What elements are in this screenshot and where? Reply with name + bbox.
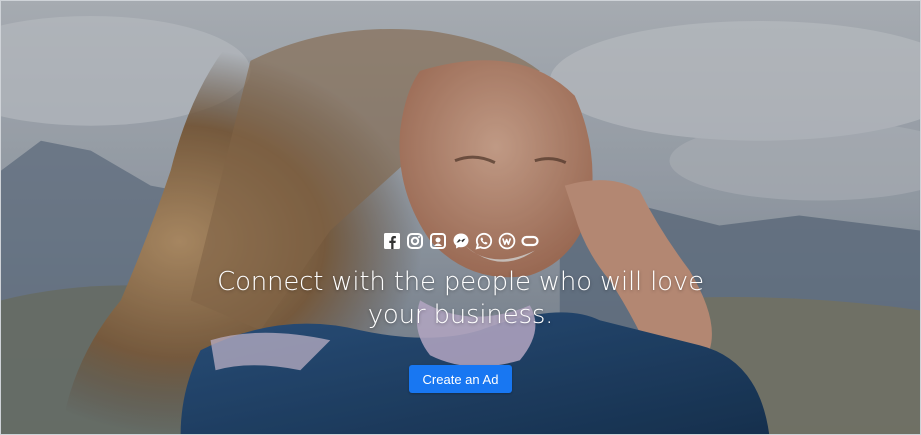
hero-headline: Connect with the people who will love yo…: [217, 267, 704, 330]
hero-banner: Connect with the people who will love yo…: [0, 0, 921, 435]
hero-content: Connect with the people who will love yo…: [1, 230, 920, 393]
facebook-icon: [383, 232, 401, 250]
workplace-icon: [498, 232, 516, 250]
portal-icon: [429, 232, 447, 250]
create-ad-button[interactable]: Create an Ad: [408, 365, 513, 393]
whatsapp-icon: [475, 232, 493, 250]
platform-icons-row: [383, 230, 539, 252]
oculus-icon: [520, 232, 539, 250]
messenger-icon: [452, 232, 470, 250]
instagram-icon: [406, 232, 424, 250]
